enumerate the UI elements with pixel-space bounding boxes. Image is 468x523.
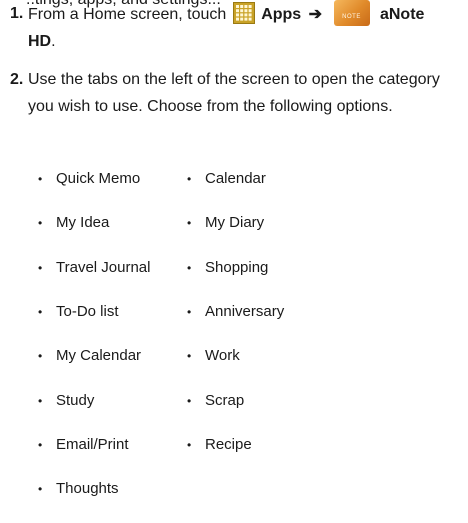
step-number: 1. <box>10 5 24 22</box>
list-item: • My Calendar <box>38 347 142 364</box>
step-1-suffix: . <box>51 33 56 50</box>
bullet-icon: • <box>38 172 43 186</box>
bullet-icon: • <box>187 305 192 319</box>
bullet-icon: • <box>187 172 192 186</box>
apps-grid-icon <box>232 2 255 24</box>
bullet-icon: • <box>38 482 43 496</box>
list-item: • Recipe <box>187 436 252 453</box>
list-item: • Calendar <box>187 170 266 187</box>
bullet-icon: • <box>187 438 192 452</box>
bullet-icon: • <box>187 216 192 230</box>
list-item: • To-Do list <box>38 303 119 320</box>
step-text: Use the tabs on the left of the screen t… <box>28 71 440 115</box>
bullet-icon: • <box>38 438 43 452</box>
options-list: • Quick Memo • My Idea • Travel Journal • To… <box>0 170 468 520</box>
bullet-icon: • <box>187 349 192 363</box>
step-2: 2. Use the tabs on the left of the scree… <box>0 66 468 166</box>
list-item: • Study <box>38 392 95 409</box>
bullet-icon: • <box>38 216 43 230</box>
list-item: • Scrap <box>187 392 245 409</box>
list-item: • My Idea <box>38 214 110 231</box>
step-number: 2. <box>10 71 24 88</box>
bullet-icon: • <box>38 261 43 275</box>
list-item: • Travel Journal <box>38 259 151 276</box>
anote-icon-label: NOTE <box>342 14 361 20</box>
arrow-icon: ➔ <box>308 6 323 23</box>
list-item: • Shopping <box>187 259 269 276</box>
list-item: • My Diary <box>187 214 265 231</box>
list-item: • Thoughts <box>38 480 119 497</box>
step-1: 1. From a Home screen, touch Apps ➔ NOTE… <box>0 0 468 62</box>
bullet-icon: • <box>38 305 43 319</box>
bullet-icon: • <box>38 349 43 363</box>
list-item: • Quick Memo <box>38 170 141 187</box>
list-item: • Work <box>187 347 240 364</box>
bullet-icon: • <box>187 261 192 275</box>
anote-app-icon: NOTE <box>333 0 370 26</box>
apps-label: Apps <box>261 6 302 23</box>
step-text: From a Home screen, touch Apps ➔ NOTE aN… <box>28 0 456 55</box>
step-1-prefix: From a Home screen, touch <box>28 6 227 23</box>
list-item: • Anniversary <box>187 303 285 320</box>
list-item: • Email/Print <box>38 436 129 453</box>
bullet-icon: • <box>187 394 192 408</box>
bullet-icon: • <box>38 394 43 408</box>
